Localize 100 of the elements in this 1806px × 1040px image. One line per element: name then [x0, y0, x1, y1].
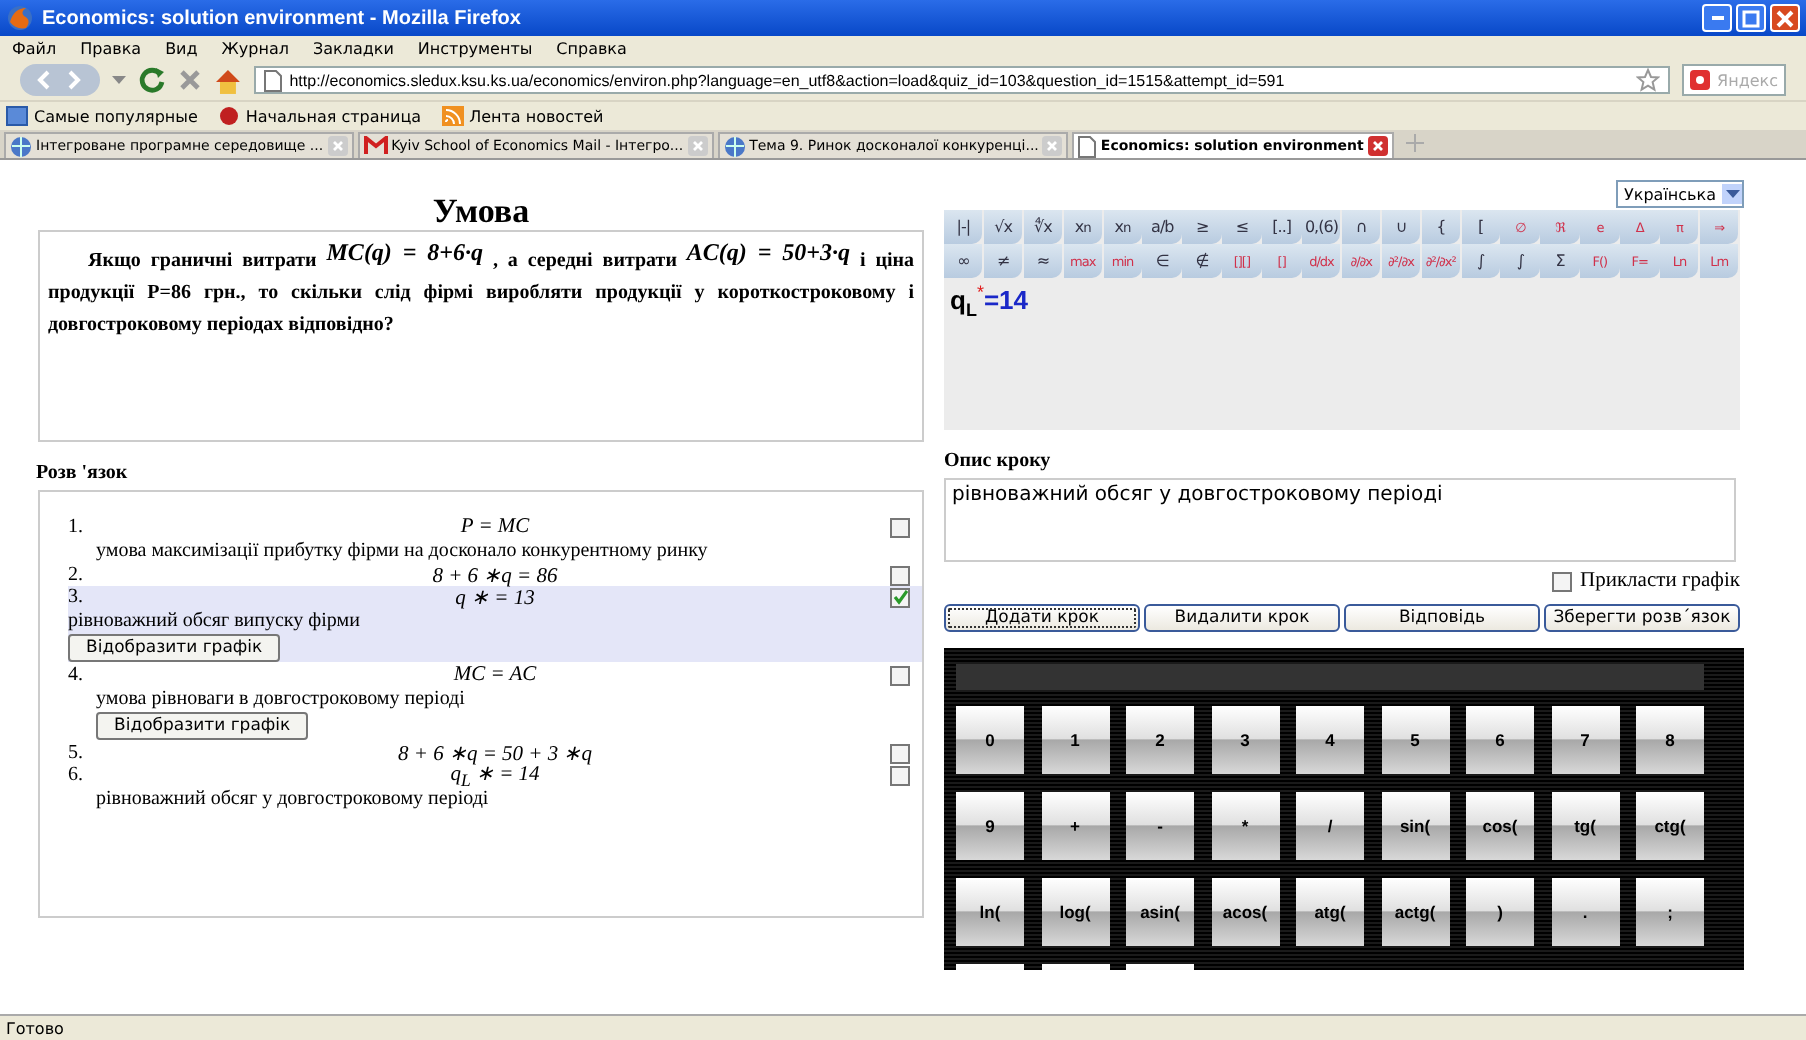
- calculator-key[interactable]: 4: [1296, 706, 1364, 774]
- calculator-key[interactable]: 2: [1126, 706, 1194, 774]
- minimize-button[interactable]: [1702, 4, 1732, 32]
- maximize-button[interactable]: [1736, 4, 1766, 32]
- calculator-key[interactable]: 3: [1211, 706, 1279, 774]
- calculator-key[interactable]: ln(: [956, 878, 1024, 946]
- menu-item[interactable]: Справка: [556, 39, 627, 57]
- menu-item[interactable]: Файл: [12, 39, 57, 57]
- symbol-button[interactable]: ∩: [1341, 210, 1381, 244]
- menu-item[interactable]: Правка: [80, 39, 142, 57]
- bookmark[interactable]: Лента новостей: [441, 106, 604, 126]
- step-description: умова рівноваги в довгостроковому періоді: [94, 686, 467, 712]
- condition-heading: Умова: [430, 194, 532, 230]
- calculator-key[interactable]: cos(: [1466, 792, 1534, 860]
- step-checkbox[interactable]: [890, 565, 910, 585]
- calculator-key[interactable]: acos(: [1211, 878, 1279, 946]
- calculator-key[interactable]: 6: [1466, 706, 1534, 774]
- search-engine-icon[interactable]: [1689, 70, 1710, 90]
- action-button[interactable]: Зберегти розв´язок: [1544, 604, 1740, 632]
- calculator-key[interactable]: ;: [1636, 878, 1704, 946]
- symbol-button[interactable]: ≥: [1182, 210, 1222, 244]
- symbol-button[interactable]: Σ: [1540, 244, 1580, 278]
- symbol-button[interactable]: ∉: [1182, 244, 1222, 278]
- calculator-key[interactable]: actg(: [1381, 878, 1449, 946]
- attach-graph-checkbox[interactable]: [1552, 571, 1572, 591]
- step-checkbox[interactable]: [890, 765, 910, 785]
- step-checkbox[interactable]: [890, 587, 910, 607]
- step-formula: 8 + 6 ∗q = 86: [430, 564, 560, 588]
- calculator-key[interactable]: *: [1211, 792, 1279, 860]
- menu-item[interactable]: Вид: [165, 39, 198, 57]
- calculator-key[interactable]: log(: [1041, 878, 1109, 946]
- symbol-button[interactable]: ∪: [1381, 210, 1421, 244]
- step-checkbox[interactable]: [890, 665, 910, 685]
- solution-step[interactable]: 1. P = MC умова максимізації прибутку фірми на досконало конкурентному ринку: [40, 516, 922, 564]
- action-button[interactable]: Додати крок: [944, 604, 1140, 632]
- calculator-key[interactable]: 0: [956, 706, 1024, 774]
- show-graph-button[interactable]: Відобразити графік: [96, 712, 309, 740]
- address-field[interactable]: http://economics.sledux.ksu.ks.ua/economics/environ.php?language=en_utf8&action=load&quiz_id=103&question_id=1515&attempt_id=591: [253, 66, 1670, 94]
- step-checkbox[interactable]: [890, 517, 910, 537]
- calculator-key[interactable]: tg(: [1551, 792, 1619, 860]
- step-number: 3.: [68, 586, 85, 608]
- reload-icon[interactable]: [137, 66, 166, 94]
- history-dropdown-icon[interactable]: [111, 75, 126, 85]
- calculator-key[interactable]: 8: [1636, 706, 1704, 774]
- close-tab-icon[interactable]: [1367, 136, 1388, 156]
- step-number: 4.: [68, 664, 85, 686]
- solution-step[interactable]: 2. 8 + 6 ∗q = 86: [40, 564, 922, 586]
- symbol-button[interactable]: ∫: [1500, 244, 1540, 278]
- action-button[interactable]: Видалити крок: [1144, 604, 1340, 632]
- menu-item[interactable]: Закладки: [312, 39, 394, 57]
- symbol-button[interactable]: ≈: [1023, 244, 1063, 278]
- step-checkbox[interactable]: [890, 743, 910, 763]
- symbol-button[interactable]: [..]: [1262, 210, 1302, 244]
- calculator-key[interactable]: 5: [1381, 706, 1449, 774]
- step-description-label: Опис кроку: [944, 450, 1053, 472]
- dropdown-arrow-icon: [1725, 189, 1739, 199]
- symbol-button[interactable]: a/b: [1142, 210, 1182, 244]
- close-button[interactable]: [1770, 4, 1800, 32]
- star-icon[interactable]: [1635, 68, 1660, 92]
- symbol-button[interactable]: ≤: [1222, 210, 1262, 244]
- action-button[interactable]: Відповідь: [1344, 604, 1540, 632]
- solution-step[interactable]: 4. MC = AC умова рівноваги в довгостроковому періоді Відобразити графік: [40, 664, 922, 740]
- symbol-button[interactable]: 0,(6): [1302, 210, 1341, 244]
- symbol-button[interactable]: |-|: [944, 210, 983, 244]
- bookmark[interactable]: Самые популярные: [6, 106, 198, 126]
- menu-item[interactable]: Инструменты: [417, 39, 533, 57]
- browser-logo-icon: [6, 4, 34, 32]
- calculator-key[interactable]: +: [1041, 792, 1109, 860]
- step-number: 6.: [68, 764, 85, 786]
- home-icon[interactable]: [213, 67, 242, 93]
- language-select[interactable]: Українська: [1616, 180, 1744, 208]
- calculator-key[interactable]: 7: [1551, 706, 1619, 774]
- symbol-button[interactable]: √x: [983, 210, 1023, 244]
- calculator-key[interactable]: .: [1551, 878, 1619, 946]
- step-formula: q$_{L}$ ∗ = 14: [450, 763, 542, 791]
- calculator-key[interactable]: /: [1296, 792, 1364, 860]
- stop-icon[interactable]: [177, 68, 202, 92]
- calculator-key[interactable]: ctg(: [1636, 792, 1704, 860]
- calculator-key[interactable]: ): [1466, 878, 1534, 946]
- symbol-button[interactable]: ≠: [983, 244, 1023, 278]
- solution-step[interactable]: 6. q$_{L}$ ∗ = 14 рівноважний обсяг у довгостроковому періоді: [40, 764, 922, 812]
- symbol-button[interactable]: ∫: [1461, 244, 1500, 278]
- calculator-key[interactable]: sin(: [1381, 792, 1449, 860]
- symbol-button[interactable]: ∞: [944, 244, 983, 278]
- symbol-button[interactable]: ∜x: [1023, 210, 1063, 244]
- globe-icon: [10, 135, 32, 157]
- show-graph-button[interactable]: Відобразити графік: [68, 634, 281, 662]
- solution-step[interactable]: 3. q ∗ = 13 рівноважний обсяг випуску фірми Відобразити графік: [68, 586, 922, 662]
- symbol-button[interactable]: {: [1421, 210, 1461, 244]
- calculator-key[interactable]: -: [1126, 792, 1194, 860]
- symbol-button[interactable]: [: [1461, 210, 1500, 244]
- calculator-key[interactable]: 9: [956, 792, 1024, 860]
- calculator-key[interactable]: atg(: [1296, 878, 1364, 946]
- solution-step[interactable]: 5. 8 + 6 ∗q = 50 + 3 ∗q: [40, 742, 922, 764]
- description-field[interactable]: рівноважний обсяг у довгостроковому періоді: [944, 478, 1736, 562]
- menu-item[interactable]: Журнал: [221, 39, 289, 57]
- calculator-key[interactable]: asin(: [1126, 878, 1194, 946]
- calculator-key[interactable]: 1: [1041, 706, 1109, 774]
- symbol-button[interactable]: ∈: [1142, 244, 1182, 278]
- bookmark[interactable]: Начальная страница: [217, 106, 422, 126]
